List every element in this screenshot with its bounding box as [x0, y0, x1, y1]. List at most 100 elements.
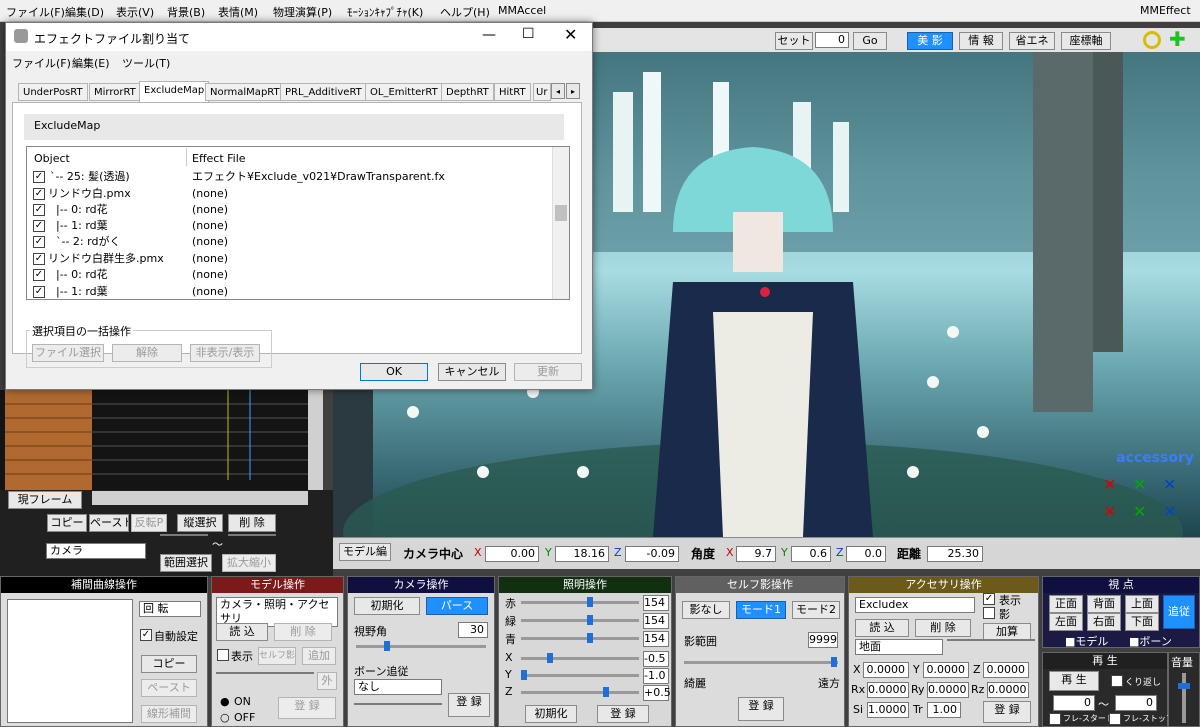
update-button[interactable]: 更新 — [514, 363, 582, 381]
view-left-button[interactable]: 左面 — [1049, 613, 1083, 631]
light-x-slider[interactable] — [521, 657, 639, 660]
camera-register-button[interactable]: 登 録 — [448, 693, 490, 717]
axis-button[interactable]: 座標軸 — [1061, 32, 1111, 50]
go-button[interactable]: Go — [853, 32, 887, 50]
model-show-checkbox[interactable] — [217, 649, 229, 661]
paste-button[interactable]: ペースト — [89, 514, 129, 532]
light-x-thumb[interactable] — [547, 653, 553, 663]
play-to-field[interactable]: 0 — [1115, 695, 1157, 711]
menu-view[interactable]: 表示(V) — [116, 4, 154, 20]
delete-keyframe-button[interactable]: 削 除 — [228, 514, 276, 532]
row-checkbox[interactable]: ✓ — [33, 220, 45, 232]
external-parent-button[interactable]: 外 — [317, 672, 337, 690]
x-move-icon[interactable]: ✕ — [1103, 502, 1116, 521]
y-move-icon[interactable]: ✕ — [1133, 502, 1146, 521]
accessory-shadow-checkbox[interactable] — [983, 607, 995, 619]
view-model-toggle[interactable]: ■モデル — [1065, 633, 1108, 649]
close-icon[interactable]: ✕ — [564, 25, 577, 44]
tab-ol-emitterrt[interactable]: OL_EmitterRT — [365, 83, 443, 101]
shadow-range-slider[interactable] — [684, 661, 838, 664]
cam-z-field[interactable]: -0.09 — [625, 546, 679, 562]
volume-thumb[interactable] — [1178, 683, 1190, 689]
menu-mmaccel[interactable]: MMAccel — [498, 4, 546, 17]
self-shadow-button[interactable]: セルフ影 — [258, 647, 296, 665]
reverse-paste-button[interactable]: 反転P — [131, 514, 167, 532]
cancel-button[interactable]: キャンセル — [438, 363, 506, 381]
bone-follow-select[interactable]: なし — [354, 679, 442, 695]
model-load-button[interactable]: 読 込 — [216, 623, 268, 641]
shadow-mode2-button[interactable]: モード2 — [792, 601, 840, 619]
play-from-field[interactable]: 0 — [1053, 695, 1095, 711]
acc-z-field[interactable]: 0.0000 — [983, 662, 1029, 678]
model-register-button[interactable]: 登 録 — [278, 697, 336, 719]
light-b-thumb[interactable] — [587, 633, 593, 643]
accessory-select[interactable]: Excludex — [855, 597, 975, 613]
tab-mirrorrt[interactable]: MirrorRT — [89, 83, 141, 101]
z-rotate-icon[interactable]: ✕ — [1163, 475, 1176, 494]
bone-follow-target-select[interactable] — [354, 703, 442, 705]
acc-tr-field[interactable]: 1.00 — [927, 702, 961, 718]
timeline-scrollbar[interactable] — [92, 491, 308, 505]
accessory-delete-button[interactable]: 削 除 — [915, 619, 971, 637]
dialog-menu-file[interactable]: ファイル(F) — [12, 55, 71, 71]
acc-x-field[interactable]: 0.0000 — [863, 662, 909, 678]
light-y-field[interactable]: -1.0 — [643, 668, 669, 684]
row-effect[interactable]: (none) — [192, 186, 228, 202]
menu-mmeffect[interactable]: MMEffect — [1140, 4, 1191, 17]
x-rotate-icon[interactable]: ✕ — [1103, 475, 1116, 494]
row-checkbox[interactable]: ✓ — [33, 253, 45, 265]
light-z-thumb[interactable] — [603, 687, 609, 697]
list-scrollbar[interactable] — [552, 147, 569, 299]
shadow-none-button[interactable]: 影なし — [682, 601, 730, 619]
auto-setting-checkbox[interactable]: ✓ — [140, 629, 152, 641]
curve-copy-button[interactable]: コピー — [141, 655, 197, 673]
model-delete-button[interactable]: 削 除 — [274, 623, 332, 641]
angle-z-field[interactable]: 0.0 — [846, 546, 886, 562]
table-row[interactable]: ✓ |-- 1: rd葉 (none) — [28, 284, 556, 300]
table-row[interactable]: ✓ リンドウ白群生多.pmx (none) — [28, 251, 556, 267]
row-checkbox[interactable]: ✓ — [33, 188, 45, 200]
dialog-menu-edit[interactable]: 編集(E) — [72, 55, 110, 71]
angle-x-field[interactable]: 9.7 — [736, 546, 776, 562]
model-add-button[interactable]: 追加 — [302, 647, 336, 665]
row-checkbox[interactable]: ✓ — [33, 286, 45, 298]
range-end-field[interactable] — [228, 534, 276, 536]
light-g-field[interactable]: 154 — [643, 613, 669, 629]
light-g-slider[interactable] — [521, 619, 639, 622]
light-register-button[interactable]: 登 録 — [597, 705, 649, 723]
timeline-grid[interactable] — [0, 390, 323, 490]
set-button[interactable]: セット — [775, 32, 813, 50]
tab-hitrt[interactable]: HitRT — [494, 83, 531, 101]
curve-paste-button[interactable]: ペースト — [141, 679, 197, 697]
cam-x-field[interactable]: 0.00 — [485, 546, 539, 562]
view-top-button[interactable]: 上面 — [1125, 595, 1159, 613]
scale-button[interactable]: 拡大縮小 — [222, 554, 276, 572]
off-radio[interactable]: ○ — [220, 711, 230, 724]
fov-slider-thumb[interactable] — [384, 641, 390, 651]
menu-expression[interactable]: 表情(M) — [218, 4, 258, 20]
tab-scroll-left-icon[interactable]: ◂ — [551, 83, 565, 99]
bieiei-button[interactable]: 美 影 — [907, 32, 953, 50]
row-effect[interactable]: (none) — [192, 202, 228, 218]
acc-rx-field[interactable]: 0.0000 — [867, 682, 909, 698]
shadow-range-field[interactable]: 9999 — [808, 632, 838, 648]
bulk-clear-button[interactable]: 解除 — [112, 344, 182, 362]
accessory-load-button[interactable]: 読 込 — [855, 619, 909, 637]
row-effect[interactable]: (none) — [192, 284, 228, 300]
model-edit-button[interactable]: モデル編 — [339, 543, 391, 561]
menu-file[interactable]: ファイル(F) — [6, 4, 65, 20]
view-back-button[interactable]: 背面 — [1087, 595, 1121, 613]
range-select-button[interactable]: 範囲選択 — [160, 554, 212, 572]
acc-rz-field[interactable]: 0.0000 — [987, 682, 1029, 698]
table-row[interactable]: ✓ |-- 1: rd葉 (none) — [28, 218, 556, 234]
maximize-icon[interactable]: ☐ — [522, 26, 535, 42]
table-row[interactable]: ✓ `-- 2: rdがく (none) — [28, 234, 556, 250]
menu-help[interactable]: ヘルプ(H) — [440, 4, 490, 20]
light-b-slider[interactable] — [521, 637, 639, 640]
view-bottom-button[interactable]: 下面 — [1125, 613, 1159, 631]
light-x-field[interactable]: -0.5 — [643, 651, 669, 667]
row-checkbox[interactable]: ✓ — [33, 171, 45, 183]
on-radio[interactable]: ● — [220, 695, 230, 708]
list-scroll-thumb[interactable] — [555, 205, 567, 221]
distance-field[interactable]: 25.30 — [927, 546, 983, 562]
